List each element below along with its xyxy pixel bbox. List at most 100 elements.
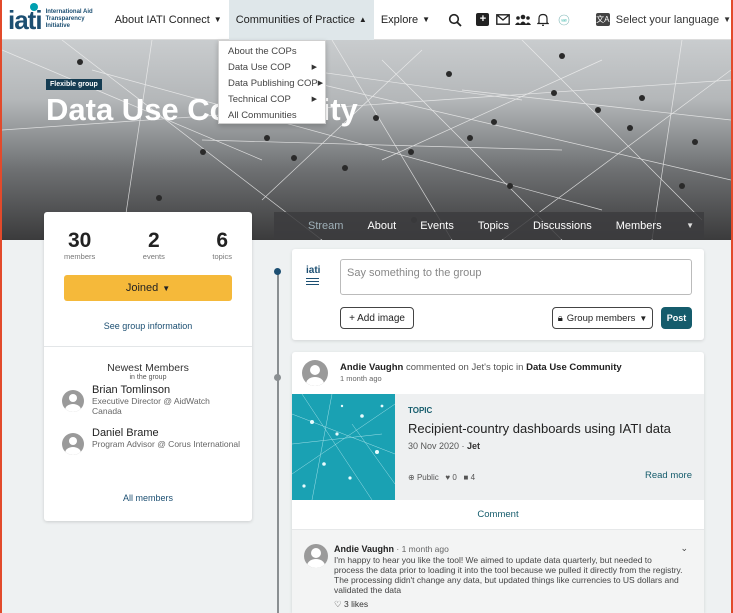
stat-label: topics — [212, 252, 232, 261]
joined-label: Joined — [125, 282, 159, 294]
search-icon[interactable] — [437, 0, 473, 40]
caret-down-icon: ▼ — [422, 15, 431, 24]
tab-topics[interactable]: Topics — [478, 220, 509, 232]
visibility-select[interactable]: 🔒︎ Group members ▼ — [552, 307, 653, 329]
stat-value: 2 — [147, 229, 160, 252]
add-image-button[interactable]: + Add image — [340, 307, 414, 329]
caret-down-icon: ▼ — [639, 313, 648, 323]
topic-title[interactable]: Recipient-country dashboards using IATI … — [408, 421, 671, 436]
dropdown-label: All Communities — [228, 109, 297, 121]
dropdown-item-all-communities[interactable]: All Communities — [219, 107, 325, 123]
comment-header: Andie Vaughn · 1 month ago — [334, 544, 449, 554]
comment-text: I'm happy to hear you like the tool! We … — [334, 555, 683, 595]
topic-preview[interactable]: TOPIC Recipient-country dashboards using… — [292, 394, 704, 500]
dropdown-item-technical-cop[interactable]: Technical COP ▶ — [219, 91, 325, 107]
group-stats: 30 members 2 events 6 topics — [44, 212, 252, 262]
dropdown-item-data-use-cop[interactable]: Data Use COP ▶ — [219, 59, 325, 75]
comment-likes[interactable]: ♡ 3 likes — [334, 599, 368, 610]
activity-verb: commented on — [405, 362, 469, 373]
comment-author[interactable]: Andie Vaughn — [334, 544, 394, 554]
newest-members-subheading: in the group — [129, 374, 167, 381]
read-more-link[interactable]: Read more — [645, 470, 692, 481]
topic-author[interactable]: Jet — [467, 441, 480, 451]
topic-likes: 0 — [452, 473, 457, 482]
member-role: Program Advisor @ Corus International — [92, 439, 240, 449]
joined-button[interactable]: Joined ▼ — [64, 275, 232, 301]
logo-mark: iati — [8, 2, 43, 35]
stat-label: events — [142, 252, 165, 261]
tab-about[interactable]: About — [367, 220, 396, 232]
timeline-dot — [274, 374, 281, 381]
stat-events[interactable]: 2 events — [142, 229, 165, 262]
stream-timeline — [277, 270, 279, 613]
group-tabs: Stream About Events Topics Discussions M… — [274, 212, 704, 239]
chevron-down-icon[interactable]: ⌄ — [680, 543, 688, 554]
language-selector[interactable]: 文A Select your language ▼ — [574, 13, 731, 26]
see-group-information-link[interactable]: See group information — [44, 321, 252, 331]
stat-topics[interactable]: 6 topics — [212, 229, 232, 262]
dropdown-item-about-cops[interactable]: About the COPs — [219, 43, 325, 59]
tab-events[interactable]: Events — [420, 220, 454, 232]
chevron-right-icon: ▶ — [311, 64, 317, 71]
tab-stream[interactable]: Stream — [308, 220, 343, 232]
chevron-right-icon: ▶ — [317, 80, 324, 87]
member-item[interactable]: Brian Tomlinson Executive Director @ Aid… — [62, 384, 242, 416]
member-item[interactable]: Daniel Brame Program Advisor @ Corus Int… — [62, 427, 242, 455]
topic-stats: ⊕ Public ♥ 0 ■ 4 — [408, 473, 475, 482]
activity-actor[interactable]: Andie Vaughn — [340, 362, 403, 373]
stat-value: 30 — [67, 229, 92, 252]
comment-icon: ■ — [463, 473, 469, 482]
nav-label: Explore — [380, 13, 419, 26]
topic-thumbnail-image — [292, 394, 395, 500]
stat-members[interactable]: 30 members — [64, 229, 95, 262]
globe-icon: ⊕ — [408, 473, 415, 482]
heart-outline-icon: ♡ — [334, 599, 342, 609]
flexible-group-badge: Flexible group — [46, 79, 102, 90]
hero-network-image — [2, 40, 731, 240]
member-name: Brian Tomlinson — [92, 384, 171, 396]
groups-people-icon[interactable] — [513, 0, 533, 40]
nav-explore[interactable]: Explore ▼ — [374, 0, 437, 40]
iati-logo[interactable]: iati International Aid Transparency Init… — [2, 0, 108, 40]
logo-lines — [306, 278, 319, 287]
nav-label: About IATI Connect — [114, 13, 210, 26]
dropdown-label: Technical COP — [228, 93, 291, 105]
dropdown-label: Data Publishing COP — [228, 77, 318, 89]
stat-value: 6 — [216, 229, 229, 252]
avatar[interactable] — [304, 544, 328, 568]
dropdown-item-data-publishing-cop[interactable]: Data Publishing COP ▶ — [219, 75, 325, 91]
comment-button[interactable]: Comment — [292, 500, 704, 530]
tab-discussions[interactable]: Discussions — [533, 220, 592, 232]
tab-members[interactable]: Members — [616, 220, 662, 232]
create-plus-icon[interactable]: + — [473, 0, 493, 40]
lock-icon: 🔒︎ — [557, 312, 563, 324]
visibility-label: Group members — [566, 312, 636, 324]
notifications-bell-icon[interactable] — [533, 0, 553, 40]
avatar — [62, 433, 84, 455]
iati-avatar-logo: iati — [306, 265, 321, 276]
all-members-link[interactable]: All members — [44, 493, 252, 503]
topic-meta: 30 Nov 2020 · Jet — [408, 441, 481, 451]
heart-icon: ♥ — [445, 473, 451, 482]
more-tabs-caret-icon[interactable]: ▼ — [686, 221, 694, 230]
topic-date: 30 Nov 2020 — [408, 441, 460, 451]
dropdown-label: Data Use COP — [228, 61, 291, 73]
caret-down-icon: ▼ — [213, 15, 222, 24]
communities-dropdown-menu: About the COPs Data Use COP ▶ Data Publis… — [218, 40, 326, 124]
avatar[interactable] — [302, 360, 328, 386]
card-divider — [44, 346, 252, 347]
post-button[interactable]: Post — [661, 307, 692, 329]
nav-label: Communities of Practice — [235, 13, 355, 26]
user-avatar-icon[interactable]: iati — [554, 0, 574, 40]
activity-group-link[interactable]: Data Use Community — [526, 362, 622, 373]
topic-comments: 4 — [470, 473, 476, 482]
member-role: Executive Director @ AidWatch Canada — [92, 396, 210, 416]
post-text-input[interactable]: Say something to the group — [340, 259, 692, 295]
topic-visibility: Public — [416, 473, 439, 482]
messages-envelope-icon[interactable] — [493, 0, 513, 40]
language-label: Select your language — [615, 13, 720, 26]
caret-down-icon: ▼ — [723, 15, 732, 24]
timeline-dot — [274, 268, 281, 275]
nav-about-iati-connect[interactable]: About IATI Connect ▼ — [108, 0, 229, 40]
nav-communities-of-practice[interactable]: Communities of Practice ▲ — [228, 0, 374, 40]
